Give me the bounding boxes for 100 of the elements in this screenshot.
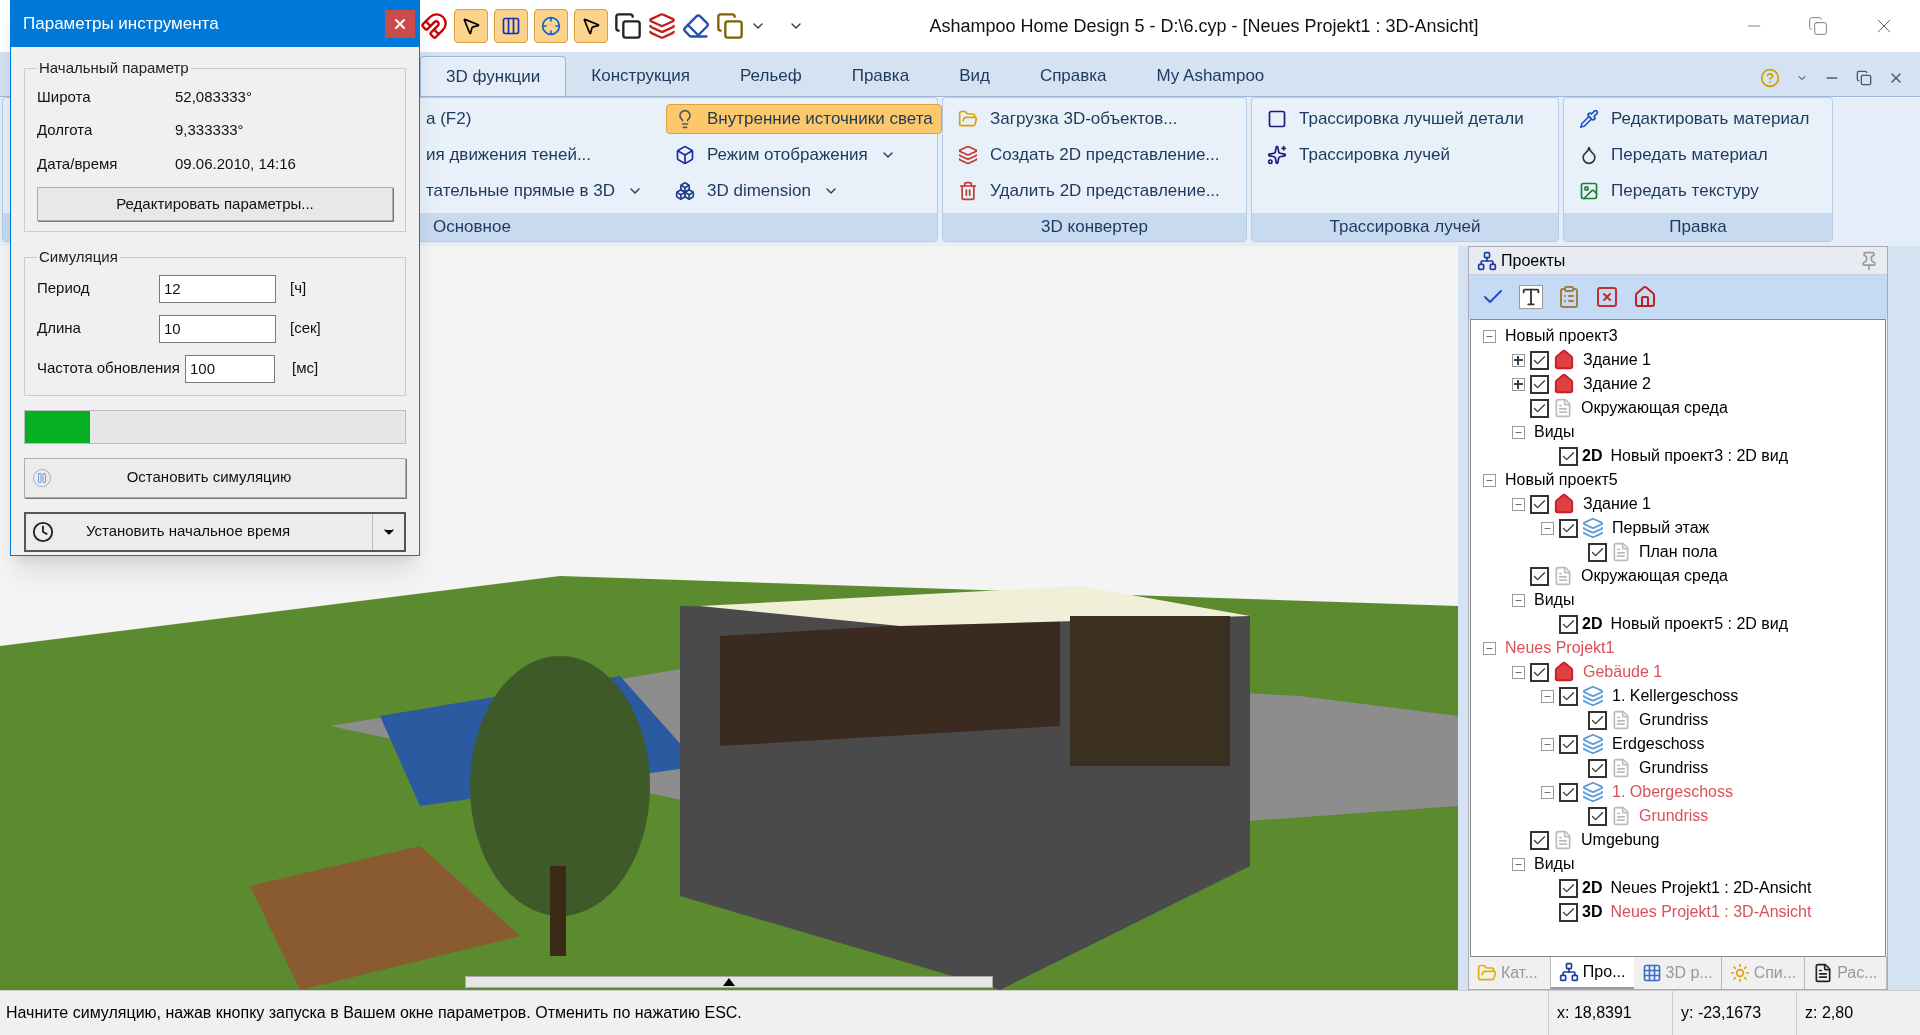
expander-toggle[interactable] [1540,785,1554,799]
magnet-icon[interactable] [420,12,448,40]
restore-icon[interactable] [1808,16,1828,36]
tree-item[interactable]: Новый проект5 : 2D вид [1610,612,1789,636]
tree-item[interactable]: План пола [1639,540,1718,564]
button-label[interactable]: Установить начальное время [54,520,372,543]
expander-toggle[interactable] [1511,665,1525,679]
checkbox[interactable] [1559,902,1578,922]
snap-tool-button[interactable] [534,9,568,43]
tree-item[interactable]: Новый проект5 [1505,468,1618,492]
tree-item[interactable]: Grundriss [1639,756,1709,780]
checkbox[interactable] [1530,830,1549,850]
tree-item[interactable]: Первый этаж [1612,516,1710,540]
properties-icon[interactable] [1557,285,1581,309]
pointer-tool-button[interactable] [454,9,488,43]
input-field[interactable]: 10 [159,314,276,343]
checkbox[interactable] [1588,806,1607,826]
tree-item[interactable]: Neues Projekt1 : 3D-Ansicht [1610,900,1812,924]
ribbon-button[interactable]: Создать 2D представление... [949,140,1229,170]
checkbox[interactable] [1559,518,1578,538]
checkbox[interactable] [1559,782,1578,802]
expander-toggle[interactable] [1511,857,1525,871]
expander-toggle[interactable] [1511,353,1525,367]
ribbon-button[interactable]: а (F2) [413,104,652,134]
restore-icon[interactable] [1856,70,1872,86]
tree-item[interactable]: Grundriss [1639,708,1709,732]
ribbon-button[interactable]: Внутренние источники света [665,104,942,134]
tree-item[interactable]: Здание 1 [1583,492,1651,516]
tree-item[interactable]: Grundriss [1639,804,1709,828]
tree-item[interactable]: Виды [1534,420,1575,444]
checkbox[interactable] [1588,710,1607,730]
checkbox[interactable] [1559,878,1578,898]
ribbon-button[interactable]: Передать материал [1570,140,1819,170]
ribbon-button[interactable]: Режим отображения [665,140,942,170]
ribbon-button[interactable]: Редактировать материал [1570,104,1819,134]
tree-item[interactable]: Виды [1534,852,1575,876]
checkbox[interactable] [1530,566,1549,586]
ribbon-tab[interactable]: Вид [934,56,1015,96]
expander-toggle[interactable] [1482,473,1496,487]
ribbon-tab[interactable]: My Ashampoo [1131,56,1290,96]
rename-icon[interactable] [1519,285,1543,309]
expander-toggle[interactable] [1482,329,1496,343]
ribbon-button[interactable]: 3D dimension [665,176,942,206]
ribbon-button[interactable]: Трассировка лучей [1258,140,1533,170]
tree-item[interactable]: Erdgeschoss [1612,732,1705,756]
ribbon-tab[interactable]: Правка [826,56,935,96]
delete-icon[interactable] [1595,285,1619,309]
ribbon-tab[interactable]: Справка [1014,56,1132,96]
checkbox[interactable] [1559,686,1578,706]
start-time-split-button[interactable]: Установить начальное время [24,511,406,552]
tree-item[interactable]: Новый проект3 [1505,324,1618,348]
expander-toggle[interactable] [1511,377,1525,391]
ribbon-tab[interactable]: Конструкция [566,56,715,96]
input-field[interactable]: 100 [185,354,275,383]
tree-item[interactable]: Здание 2 [1583,372,1651,396]
ribbon-button[interactable]: ия движения теней... [413,140,652,170]
checkbox[interactable] [1588,542,1607,562]
tree-item[interactable]: Окружающая среда [1581,564,1728,588]
tree-item[interactable]: Виды [1534,588,1575,612]
expander-toggle[interactable] [1540,521,1554,535]
house-icon[interactable] [1633,285,1657,309]
expander-toggle[interactable] [1482,641,1496,655]
tree-item[interactable]: Новый проект3 : 2D вид [1610,444,1789,468]
copy-icon[interactable] [614,12,642,40]
checkbox[interactable] [1530,494,1549,514]
expander-toggle[interactable] [1511,497,1525,511]
tree-item[interactable]: 1. Kellergeschoss [1612,684,1739,708]
expander-toggle[interactable] [1511,593,1525,607]
ribbon-tab[interactable]: Рельеф [715,56,827,96]
tree-item[interactable]: Neues Projekt1 [1505,636,1615,660]
checkbox[interactable] [1530,398,1549,418]
tree-item[interactable]: 1. Obergeschoss [1612,780,1733,804]
tree-item[interactable]: Здание 1 [1583,348,1651,372]
tree-item[interactable]: Gebäude 1 [1583,660,1663,684]
input-field[interactable]: 12 [159,274,276,303]
edit-parameters-button[interactable]: Редактировать параметры... [37,187,393,221]
checkbox[interactable] [1530,374,1549,394]
ribbon-tab[interactable]: 3D функции [420,56,567,96]
ribbon-button[interactable]: Удалить 2D представление... [949,176,1229,206]
tree-item[interactable]: Umgebung [1581,828,1660,852]
checkbox[interactable] [1530,662,1549,682]
expander-toggle[interactable] [1511,425,1525,439]
checkbox[interactable] [1559,614,1578,634]
splitter-handle[interactable] [465,976,993,988]
layers-icon[interactable] [648,12,676,40]
expander-toggle[interactable] [1540,689,1554,703]
close-button[interactable] [385,10,415,38]
panel-tab[interactable]: Про... [1550,957,1634,989]
ribbon-button[interactable]: Трассировка лучшей детали [1258,104,1533,134]
ribbon-button[interactable]: Передать текстуру [1570,176,1819,206]
checkbox[interactable] [1588,758,1607,778]
columns-tool-button[interactable] [494,9,528,43]
checkbox[interactable] [1530,350,1549,370]
checkbox[interactable] [1559,734,1578,754]
tree-item[interactable]: Окружающая среда [1581,396,1728,420]
stop-simulation-button[interactable]: Остановить симуляцию [24,457,406,498]
tree-item[interactable]: Neues Projekt1 : 2D-Ansicht [1610,876,1812,900]
eraser-icon[interactable] [682,12,710,40]
checkbox[interactable] [1559,446,1578,466]
select-tool-button[interactable] [574,9,608,43]
